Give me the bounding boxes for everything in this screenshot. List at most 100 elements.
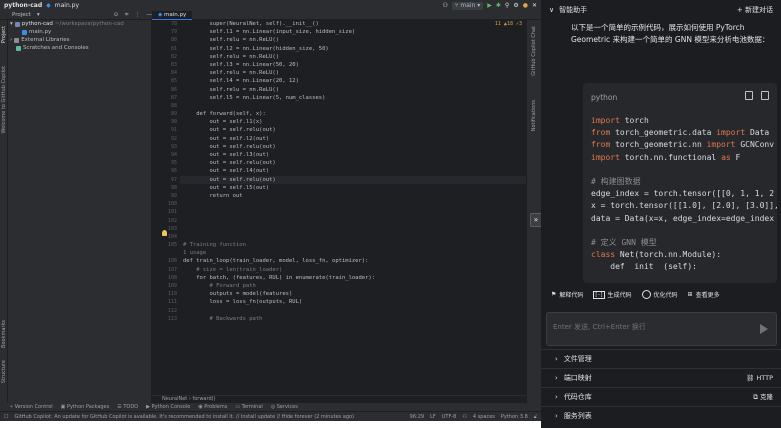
tool-terminal[interactable]: ▭ Terminal [235, 404, 262, 410]
inspection-widget[interactable]: 11 ▲18 ✓3 [495, 21, 522, 27]
code-line[interactable]: # Forward path [180, 282, 526, 290]
code-line[interactable]: self.relu = nn.ReLU() [180, 86, 526, 94]
project-name[interactable]: python-cad [4, 2, 42, 9]
code-line[interactable]: for batch, (features, RUL) in enumerate(… [180, 274, 526, 282]
tool-services[interactable]: ◎ Services [271, 404, 298, 410]
code-line[interactable]: # size = len(train_loader) [180, 266, 526, 274]
options-icon[interactable]: ⋮ [135, 12, 141, 18]
code-line[interactable]: # Training function [180, 241, 526, 249]
code-line[interactable] [180, 102, 526, 110]
close-icon[interactable]: ✕ [532, 2, 537, 9]
new-chat-button[interactable]: + 新建对话 [737, 5, 773, 15]
code-line[interactable]: out = self.relu(out) [180, 159, 526, 167]
section-service-list[interactable]: › 服务列表 [541, 406, 781, 424]
line-separator[interactable]: LF [430, 414, 436, 420]
code-line[interactable]: 1 usage [180, 249, 526, 257]
tool-python-packages[interactable]: ▣ Python Packages [61, 404, 110, 410]
project-view-label[interactable]: Project [12, 12, 31, 18]
code-line[interactable]: self.l1 = nn.Linear(input_size, hidden_s… [180, 28, 526, 36]
settings-icon[interactable]: ⚙ [513, 2, 518, 9]
chevron-down-icon[interactable]: ▾ [10, 20, 13, 28]
code-line[interactable]: outputs = model(features) [180, 290, 526, 298]
code-line[interactable]: # Backwards path [180, 315, 526, 323]
code-line[interactable]: super(NeuralNet, self).__init__() [180, 20, 526, 28]
chat-input[interactable] [553, 323, 743, 331]
status-message[interactable]: GitHub Copilot: An update for GitHub Cop… [14, 414, 403, 420]
code-line[interactable]: self.l3 = nn.Linear(50, 20) [180, 61, 526, 69]
project-selector[interactable]: Project ▾ ⊙ ≑ ⋮ — [0, 12, 152, 18]
code-line[interactable]: self.relu = nn.ReLU() [180, 69, 526, 77]
debug-icon[interactable]: ✱ [496, 2, 501, 9]
section-code-repository[interactable]: › 代码仓库 ⧉ 克隆 [541, 387, 781, 405]
tool-window-notifications[interactable]: Notifications [531, 100, 537, 131]
collapse-icon[interactable]: ≑ [124, 12, 129, 18]
code-line[interactable]: out = self.l1(x) [180, 118, 526, 126]
lightbulb-icon[interactable] [162, 230, 167, 236]
chevron-down-icon[interactable]: ∨ [549, 6, 554, 14]
section-port-mapping[interactable]: › 端口映射 ⛓︎ HTTP [541, 368, 781, 386]
run-icon[interactable]: ▶ [487, 2, 492, 9]
lock-icon[interactable]: 🔓︎ [534, 414, 537, 420]
notification-icon[interactable]: ☐ [4, 414, 8, 420]
caret-position[interactable]: 96:29 [410, 414, 424, 420]
code-line[interactable]: self.relu = nn.ReLU() [180, 36, 526, 44]
insert-icon[interactable] [761, 91, 769, 100]
copilot-icon[interactable]: ⚇ [462, 414, 466, 420]
code-line[interactable]: out = self.l4(out) [180, 167, 526, 175]
code-line[interactable] [180, 307, 526, 315]
chevron-right-icon[interactable]: › [10, 36, 12, 44]
tree-row-main-py[interactable]: main.py [8, 28, 151, 36]
code-line[interactable] [180, 200, 526, 208]
generate-code-button[interactable]: [··] 生成代码 [593, 290, 632, 299]
code-line[interactable]: out = self.l2(out) [180, 135, 526, 143]
code-line[interactable] [180, 233, 526, 241]
breadcrumb-method[interactable]: forward() [192, 396, 215, 402]
code-line[interactable]: out = self.l5(out) [180, 184, 526, 192]
code-line[interactable] [180, 208, 526, 216]
clone-button[interactable]: ⧉ 克隆 [753, 391, 773, 402]
code-line[interactable]: def train_loop(train_loader, model, loss… [180, 257, 526, 265]
branch-selector[interactable]: ⑂ main ▾ [451, 1, 484, 10]
indent-setting[interactable]: 4 spaces [473, 414, 495, 420]
code-line[interactable] [180, 225, 526, 233]
search-icon[interactable]: ⚲ [505, 2, 509, 9]
tree-row-project[interactable]: ▾ python-cad ~/workspace/python-cad [8, 20, 151, 28]
target-icon[interactable]: ⊙ [114, 12, 119, 18]
code-line[interactable]: out = self.relu(out) [180, 175, 526, 184]
tree-row-scratches[interactable]: Scratches and Consoles [8, 44, 151, 52]
code-line[interactable]: out = self.l3(out) [180, 151, 526, 159]
tree-row-external-libraries[interactable]: › External Libraries [8, 36, 151, 44]
code-body[interactable]: super(NeuralNet, self).__init__() self.l… [180, 20, 526, 323]
code-line[interactable]: self.relu = nn.ReLU() [180, 53, 526, 61]
optimize-code-button[interactable]: 优化代码 [641, 290, 678, 299]
code-line[interactable]: self.l2 = nn.Linear(hidden_size, 50) [180, 45, 526, 53]
copy-icon[interactable] [745, 91, 753, 100]
tool-todo[interactable]: ☰ TODO [117, 404, 138, 410]
chat-input-box[interactable] [546, 312, 777, 346]
send-icon[interactable] [760, 324, 768, 334]
code-line[interactable]: def forward(self, x): [180, 110, 526, 118]
code-line[interactable]: out = self.relu(out) [180, 126, 526, 134]
tool-python-console[interactable]: ▶ Python Console [146, 404, 190, 410]
file-encoding[interactable]: UTF-8 [442, 414, 457, 420]
tool-window-bookmarks[interactable]: Bookmarks [1, 320, 7, 348]
tool-window-project[interactable]: Project [1, 26, 7, 43]
code-line[interactable]: loss = loss_fn(outputs, RUL) [180, 298, 526, 306]
tool-version-control[interactable]: ⑂ Version Control [10, 404, 53, 410]
code-line[interactable]: return out [180, 192, 526, 200]
tool-window-structure[interactable]: Structure [1, 360, 7, 383]
tool-window-copilot-chat[interactable]: GitHub Copilot Chat [531, 26, 537, 76]
tab-main-py[interactable]: ◆ main.py [152, 10, 193, 20]
user-icon[interactable]: ⚇ [442, 2, 447, 9]
code-line[interactable] [180, 217, 526, 225]
explain-code-button[interactable]: ⚑ 解释代码 [551, 290, 583, 299]
http-button[interactable]: ⛓︎ HTTP [746, 374, 773, 382]
code-line[interactable]: self.l4 = nn.Linear(20, 12) [180, 77, 526, 85]
tool-problems[interactable]: ◉ Problems [198, 404, 227, 410]
more-button[interactable]: ⊞ 查看更多 [688, 290, 720, 299]
breadcrumb-class[interactable]: NeuralNet [162, 396, 187, 402]
update-icon[interactable]: ● [523, 2, 528, 9]
section-file-management[interactable]: › 文件管理 [541, 349, 781, 367]
interpreter[interactable]: Python 3.8 [501, 414, 528, 420]
tool-window-copilot-welcome[interactable]: Welcome to GitHub Copilot [1, 66, 7, 134]
